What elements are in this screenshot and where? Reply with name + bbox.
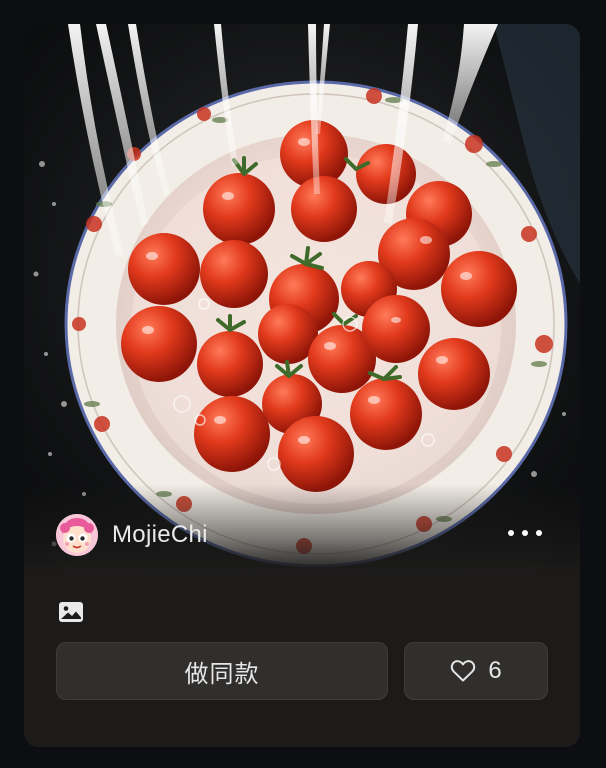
avatar-cartoon-icon (56, 514, 98, 556)
like-count: 6 (488, 657, 502, 684)
heart-outline-icon (451, 660, 476, 682)
image-icon (59, 602, 83, 622)
more-horizontal-icon (508, 530, 514, 536)
more-options-button[interactable] (508, 522, 542, 544)
make-same-label: 做同款 (184, 660, 260, 688)
author-name[interactable]: MojieChi (112, 521, 208, 549)
post-card[interactable]: MojieChi 做同款 6 (24, 24, 580, 747)
make-same-button[interactable]: 做同款 (56, 642, 388, 700)
post-image[interactable] (24, 24, 580, 574)
tomato-bowl-photo (24, 24, 580, 574)
author-info[interactable]: MojieChi (56, 514, 208, 556)
avatar[interactable] (56, 514, 98, 556)
like-button[interactable]: 6 (404, 642, 548, 700)
